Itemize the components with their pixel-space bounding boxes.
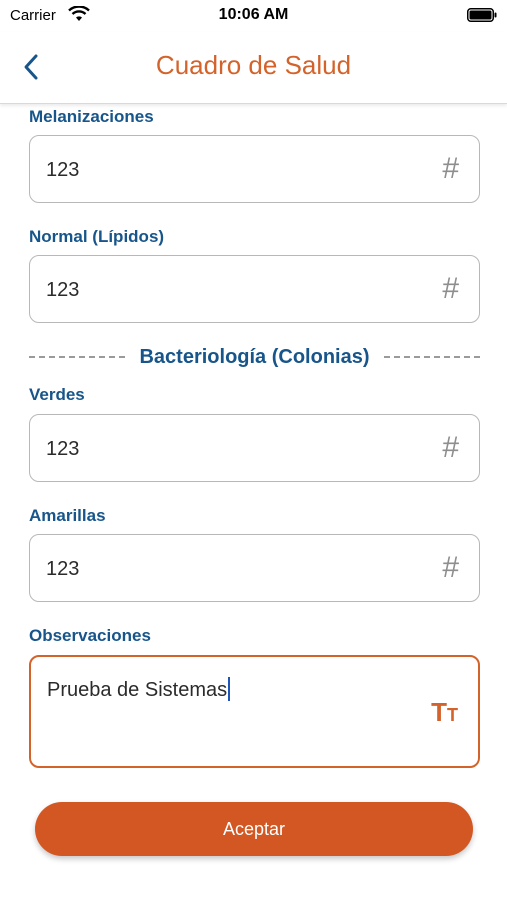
melanizaciones-input[interactable]: 123 # [29, 135, 480, 203]
dashed-line-left [29, 356, 126, 358]
section-title: Bacteriología (Colonias) [139, 345, 370, 368]
status-time: 10:06 AM [218, 6, 289, 23]
text-format-icon: TT [431, 699, 458, 725]
amarillas-value: 123 [46, 558, 80, 580]
amarillas-label: Amarillas [29, 506, 106, 525]
hash-icon: # [442, 152, 459, 185]
section-divider: Bacteriología (Colonias) [29, 344, 480, 370]
text-format-icon-big: T [431, 697, 447, 727]
observaciones-textarea[interactable]: Prueba de Sistemas TT [29, 655, 480, 768]
observaciones-label: Observaciones [29, 626, 151, 645]
battery-icon [467, 8, 497, 22]
observaciones-value: Prueba de Sistemas [47, 677, 231, 702]
normal-lipidos-value: 123 [46, 279, 80, 301]
hash-icon: # [442, 431, 459, 464]
hash-icon: # [442, 272, 459, 305]
melanizaciones-value: 123 [46, 159, 80, 181]
melanizaciones-label: Melanizaciones [29, 107, 154, 126]
accept-button[interactable]: Aceptar [35, 802, 473, 856]
text-cursor [228, 677, 231, 701]
nav-bar: Cuadro de Salud [0, 32, 507, 104]
normal-lipidos-label: Normal (Lípidos) [29, 227, 165, 246]
amarillas-input[interactable]: 123 # [29, 534, 480, 602]
page-title: Cuadro de Salud [155, 50, 352, 80]
normal-lipidos-input[interactable]: 123 # [29, 255, 480, 323]
hash-icon: # [442, 551, 459, 584]
verdes-input[interactable]: 123 # [29, 414, 480, 482]
dashed-line-right [383, 356, 480, 358]
status-bar: Carrier 10:06 AM [0, 0, 507, 32]
text-format-icon-small: T [447, 705, 458, 725]
verdes-label: Verdes [29, 385, 85, 404]
observaciones-text: Prueba de Sistemas [47, 679, 228, 701]
verdes-value: 123 [46, 438, 80, 460]
